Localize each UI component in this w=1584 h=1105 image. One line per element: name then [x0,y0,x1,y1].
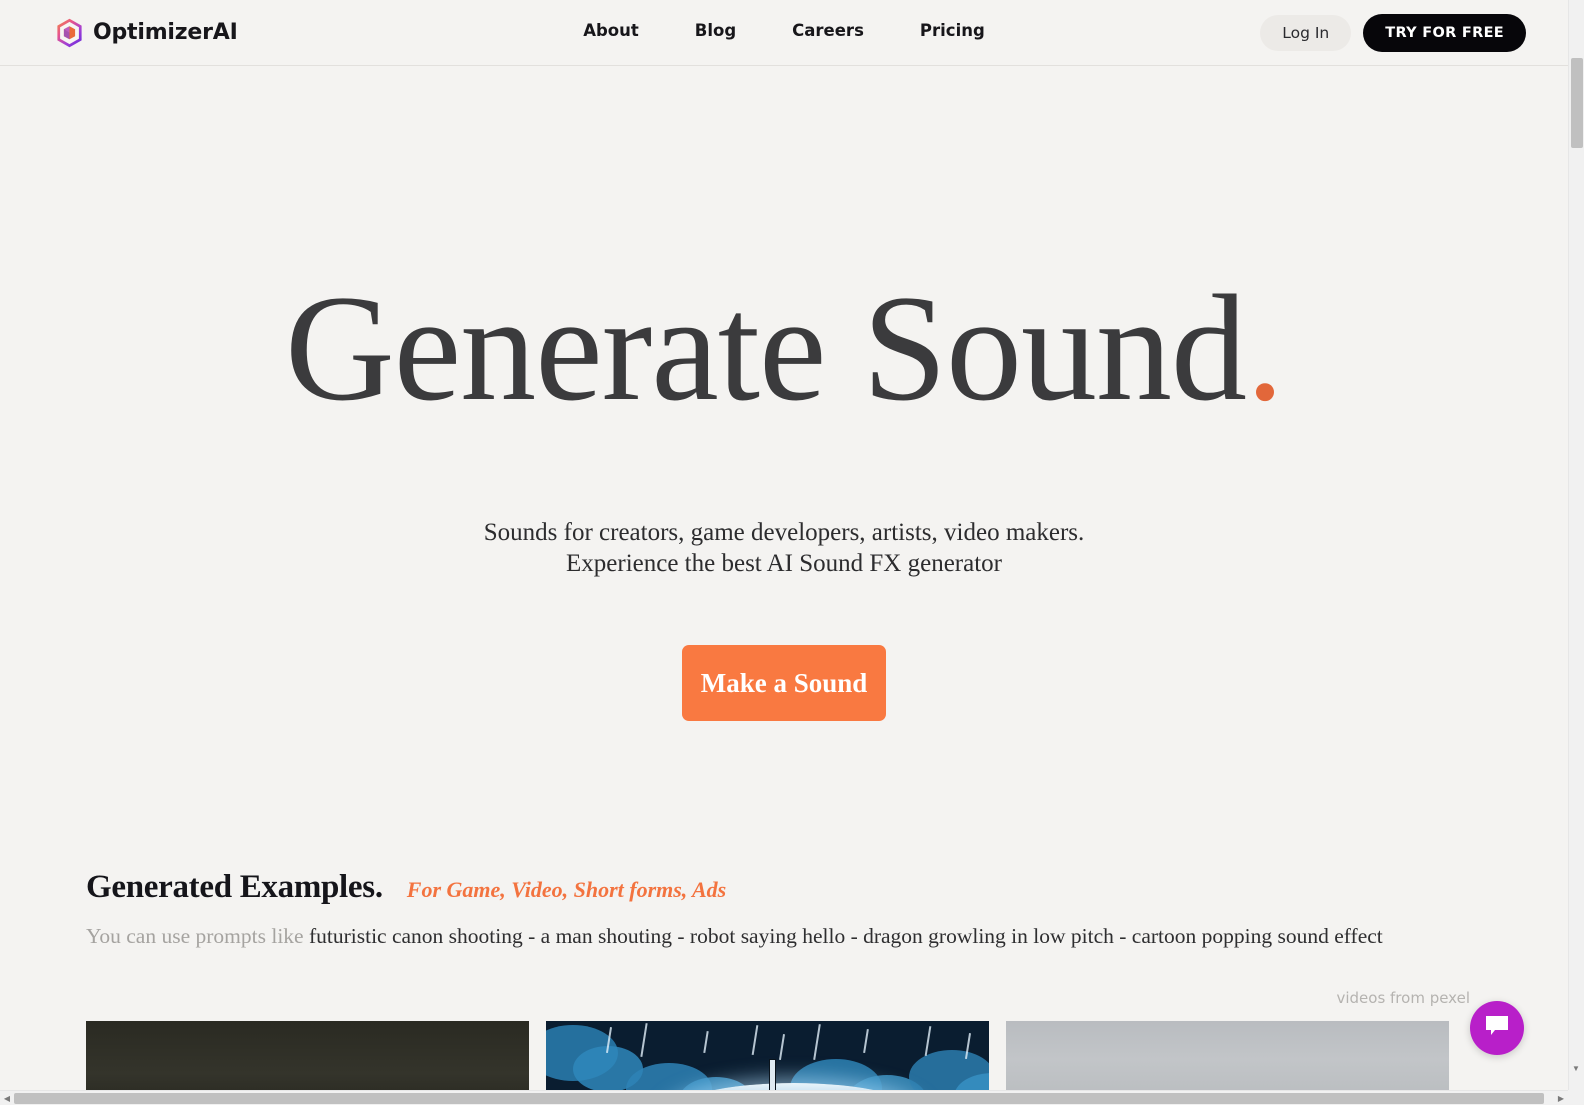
scroll-left-arrow[interactable]: ◀ [0,1091,14,1105]
generated-examples-section: Generated Examples. For Game, Video, Sho… [0,869,1568,1090]
example-thumbnail-row [86,1021,1568,1090]
hero-title-dot: . [1246,264,1284,432]
examples-tags: For Game, Video, Short forms, Ads [406,877,727,903]
hero-section: Generate Sound. Sounds for creators, gam… [0,66,1568,722]
example-thumbnail-light-gray[interactable] [1006,1021,1449,1090]
site-header: OptimizerAI About Blog Careers Pricing L… [0,0,1568,66]
examples-title: Generated Examples. [86,869,383,906]
brand-logo[interactable]: OptimizerAI [56,18,238,48]
hero-subtitle-line2: Experience the best AI Sound FX generato… [566,549,1002,577]
cube-hexagon-logo-icon [56,18,83,48]
page-content: OptimizerAI About Blog Careers Pricing L… [0,0,1568,1090]
horizontal-scrollbar-thumb[interactable] [14,1093,1544,1104]
example-thumbnail-rain-storm[interactable] [546,1021,989,1090]
hero-subtitle-line1: Sounds for creators, game developers, ar… [483,519,1085,547]
vertical-scrollbar-thumb[interactable] [1571,58,1583,148]
prompt-examples-line: You can use prompts like futuristic cano… [86,924,1568,949]
header-actions: Log In TRY FOR FREE [1260,13,1526,52]
scrollbar-corner [1568,1090,1584,1105]
brand-name: OptimizerAI [93,20,238,45]
scroll-right-arrow[interactable]: ▶ [1554,1091,1568,1105]
example-thumbnail-dark-scene[interactable] [86,1021,529,1090]
horizontal-scrollbar[interactable]: ◀ ▶ [0,1090,1584,1105]
prompt-list-text: futuristic canon shooting - a man shouti… [308,924,1383,949]
pexel-attribution: videos from pexel [1336,989,1470,1008]
vertical-scrollbar[interactable]: ▼ [1568,0,1584,1090]
hero-title-text: Generate Sound [284,264,1247,432]
main-navigation: About Blog Careers Pricing [583,21,985,40]
try-for-free-button[interactable]: TRY FOR FREE [1363,13,1526,52]
hero-subtitle: Sounds for creators, game developers, ar… [0,518,1568,579]
nav-item-blog[interactable]: Blog [695,21,736,40]
scroll-down-arrow[interactable]: ▼ [1568,1061,1584,1075]
browser-viewport: OptimizerAI About Blog Careers Pricing L… [0,0,1584,1105]
nav-item-pricing[interactable]: Pricing [920,21,985,40]
nav-item-about[interactable]: About [583,21,639,40]
chat-bubble-icon [1484,1015,1510,1042]
prompt-lead-text: You can use prompts like [86,924,304,949]
make-a-sound-button[interactable]: Make a Sound [682,645,886,722]
hero-cta-wrap: Make a Sound [0,645,1568,722]
page-title: Generate Sound. [0,270,1568,426]
nav-item-careers[interactable]: Careers [792,21,864,40]
chat-widget-button[interactable] [1470,1001,1524,1055]
login-button[interactable]: Log In [1260,14,1352,51]
examples-header-row: Generated Examples. For Game, Video, Sho… [86,869,1568,906]
